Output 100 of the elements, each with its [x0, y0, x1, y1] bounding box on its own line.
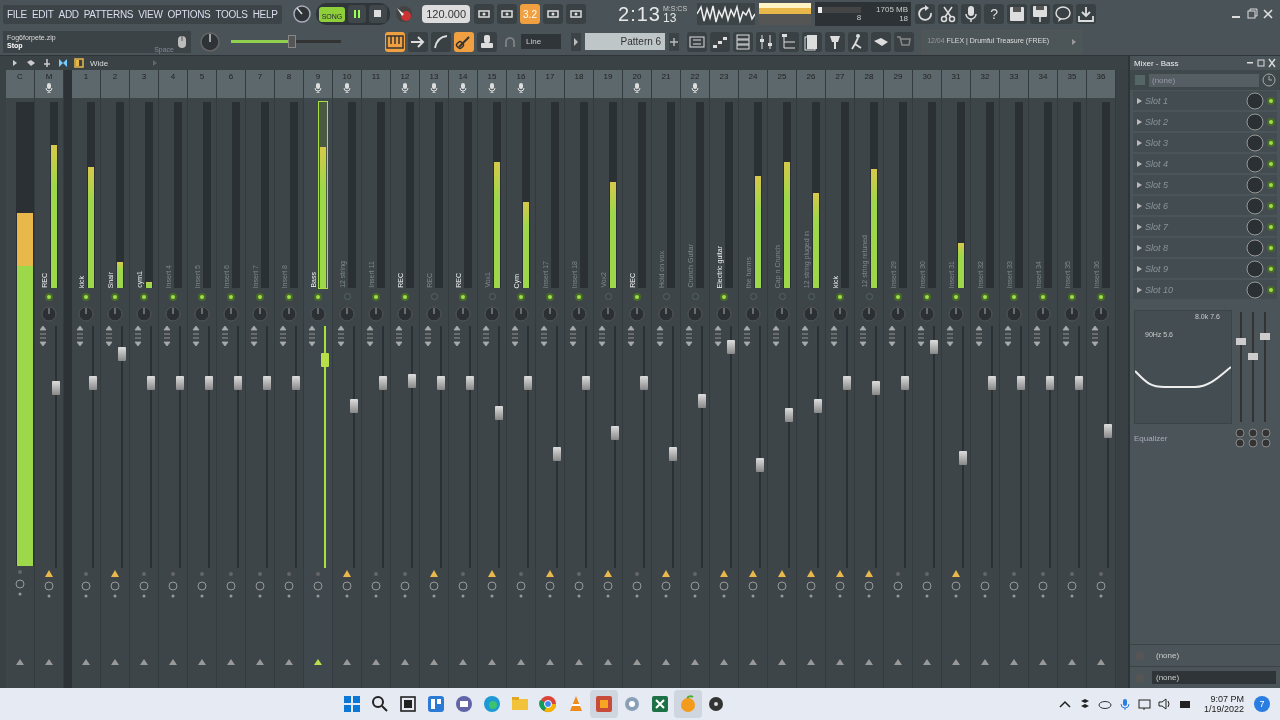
strip-header[interactable]: 19: [594, 70, 622, 98]
enable-switch[interactable]: [1267, 243, 1275, 252]
mix-knob[interactable]: [1246, 154, 1264, 173]
send-arrow-icon[interactable]: [1010, 659, 1018, 666]
microphone-icon[interactable]: [430, 83, 438, 93]
microphone-icon[interactable]: [314, 83, 322, 93]
stereo-arrows-icon[interactable]: [597, 326, 606, 346]
strip-header[interactable]: 6: [217, 70, 245, 98]
enable-switch[interactable]: [1010, 292, 1018, 301]
notification-badge[interactable]: 7: [1254, 696, 1270, 712]
send-dot-icon[interactable]: [517, 570, 525, 578]
mix-knob[interactable]: [1246, 91, 1264, 110]
mix-knob[interactable]: [1246, 196, 1264, 215]
mix-knob[interactable]: [1246, 217, 1264, 236]
effect-slot[interactable]: Slot 9: [1133, 259, 1277, 278]
route-knob[interactable]: [516, 581, 526, 591]
route-knob[interactable]: [1096, 581, 1106, 591]
enable-switch[interactable]: [488, 293, 496, 300]
enable-switch[interactable]: [952, 292, 960, 301]
enable-switch[interactable]: [459, 292, 467, 301]
send-dot-icon[interactable]: [981, 570, 989, 578]
pattern-selector[interactable]: Pattern 6: [585, 33, 666, 50]
enable-switch[interactable]: [45, 292, 53, 301]
pan-knob[interactable]: [1035, 305, 1051, 322]
send-arrow-icon[interactable]: [865, 570, 873, 578]
enable-switch[interactable]: [1097, 292, 1105, 301]
enable-switch[interactable]: [343, 293, 351, 300]
pan-knob[interactable]: [1006, 305, 1022, 322]
route-knob[interactable]: [168, 581, 178, 591]
toolbar-button[interactable]: [802, 31, 823, 52]
send-arrow-icon[interactable]: [749, 570, 757, 578]
route-knob[interactable]: [197, 581, 207, 591]
toolbar-button[interactable]: [938, 4, 959, 24]
send-arrow-icon[interactable]: [720, 659, 728, 666]
enable-switch[interactable]: [401, 292, 409, 301]
send-dot-icon[interactable]: [198, 570, 206, 578]
strip-header[interactable]: 28: [855, 70, 883, 98]
toolbar-button[interactable]: [779, 31, 800, 52]
enable-switch[interactable]: [1267, 264, 1275, 273]
input-selector[interactable]: (none): [1152, 649, 1276, 662]
strip-header[interactable]: 24: [739, 70, 767, 98]
send-arrow-icon[interactable]: [662, 570, 670, 578]
enable-switch[interactable]: [546, 292, 554, 301]
send-arrow-icon[interactable]: [372, 659, 380, 666]
toolbar-button[interactable]: [756, 31, 777, 52]
stereo-arrows-icon[interactable]: [742, 326, 751, 346]
enable-switch[interactable]: [111, 292, 119, 301]
mix-knob[interactable]: [1246, 175, 1264, 194]
stereo-arrows-icon[interactable]: [38, 326, 47, 346]
bowtie-icon[interactable]: [58, 58, 68, 68]
send-arrow-icon[interactable]: [778, 570, 786, 578]
send-arrow-icon[interactable]: [923, 659, 931, 666]
send-arrow-icon[interactable]: [691, 659, 699, 666]
send-arrow-icon[interactable]: [1039, 659, 1047, 666]
effect-slot[interactable]: Slot 1: [1133, 91, 1277, 110]
record-icon[interactable]: [394, 4, 415, 24]
send-arrow-icon[interactable]: [459, 659, 467, 666]
pin-icon[interactable]: [42, 58, 52, 68]
enable-switch[interactable]: [807, 293, 815, 300]
stereo-arrows-icon[interactable]: [655, 326, 664, 346]
pan-knob[interactable]: [310, 305, 326, 322]
clock-date[interactable]: 1/19/2022: [1203, 704, 1244, 714]
send-arrow-icon[interactable]: [343, 659, 351, 666]
stereo-arrows-icon[interactable]: [568, 326, 577, 346]
strip-header[interactable]: 23: [710, 70, 738, 98]
pan-knob[interactable]: [977, 305, 993, 322]
tool-button[interactable]: [477, 31, 497, 52]
microphone-icon[interactable]: [401, 83, 409, 93]
strip-header[interactable]: 18: [565, 70, 593, 98]
enable-switch[interactable]: [662, 293, 670, 300]
snap-dropdown[interactable]: Line: [521, 34, 562, 49]
route-knob[interactable]: [893, 581, 903, 591]
toolbar-button[interactable]: [1053, 4, 1074, 24]
enable-switch[interactable]: [227, 292, 235, 301]
microphone-icon[interactable]: [691, 83, 699, 93]
pan-knob[interactable]: [948, 305, 964, 322]
send-arrow-icon[interactable]: [778, 659, 786, 666]
send-arrow-icon[interactable]: [1068, 659, 1076, 666]
pan-knob[interactable]: [774, 305, 790, 322]
route-knob[interactable]: [661, 581, 671, 591]
stereo-arrows-icon[interactable]: [684, 326, 693, 346]
send-arrow-icon[interactable]: [45, 659, 53, 666]
strip-header[interactable]: 17: [536, 70, 564, 98]
route-knob[interactable]: [44, 581, 54, 591]
restore-icon[interactable]: [1246, 8, 1258, 20]
send-dot-icon[interactable]: [82, 570, 90, 578]
route-knob[interactable]: [342, 581, 352, 591]
send-arrow-icon[interactable]: [807, 659, 815, 666]
send-arrow-icon[interactable]: [720, 570, 728, 578]
microphone-icon[interactable]: [459, 83, 467, 93]
send-arrow-icon[interactable]: [517, 659, 525, 666]
route-knob[interactable]: [632, 581, 642, 591]
pause-button[interactable]: [348, 5, 367, 23]
enable-switch[interactable]: [1267, 159, 1275, 168]
pan-knob[interactable]: [426, 305, 442, 322]
menu-item[interactable]: TOOLS: [215, 8, 248, 20]
route-knob[interactable]: [1038, 581, 1048, 591]
send-dot-icon[interactable]: [227, 570, 235, 578]
mix-knob[interactable]: [1246, 238, 1264, 257]
enable-switch[interactable]: [691, 293, 699, 300]
